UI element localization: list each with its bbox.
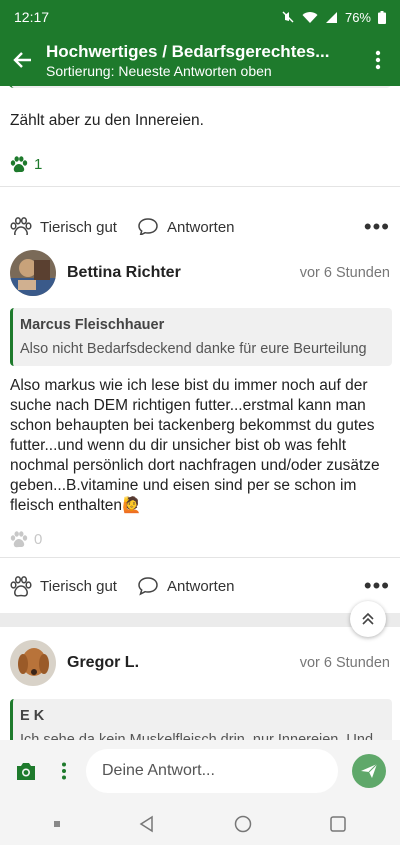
home-nav-icon[interactable]	[234, 815, 252, 833]
quote-block: E K Ich sehe da kein Muskelfleisch drin,…	[10, 699, 392, 740]
status-time: 12:17	[14, 9, 50, 25]
send-button[interactable]	[352, 754, 386, 788]
reply-button[interactable]: Antworten	[137, 217, 235, 237]
post-more-button[interactable]: •••	[364, 216, 390, 238]
camera-button[interactable]	[2, 762, 50, 781]
quote-author: Marcus Fleischhauer	[20, 317, 165, 333]
reply-composer: Deine Antwort...	[0, 740, 400, 802]
quote-block: Marcus Fleischhauer Also nicht Bedarfsde…	[10, 308, 392, 366]
reply-button[interactable]: Antworten	[137, 576, 235, 596]
like-count-value: 1	[34, 156, 43, 173]
system-nav-bar	[0, 802, 400, 845]
divider	[0, 557, 400, 558]
like-count[interactable]: 1	[10, 156, 42, 173]
like-button-label: Tierisch gut	[40, 577, 117, 595]
quote-author: E K	[20, 708, 45, 724]
post-actions: Tierisch gut Antworten •••	[0, 563, 400, 609]
paw-icon	[10, 531, 28, 548]
like-button-label: Tierisch gut	[40, 218, 117, 236]
post-more-button[interactable]: •••	[364, 575, 390, 597]
quote-text: Ich sehe da kein Muskelfleisch drin, nur…	[20, 732, 374, 740]
send-icon	[361, 763, 378, 778]
app-bar: Hochwertiges / Bedarfsgerechtes... Sorti…	[0, 34, 400, 86]
more-vert-icon	[375, 50, 381, 70]
back-button[interactable]	[0, 34, 46, 86]
sort-subtitle[interactable]: Sortierung: Neueste Antworten oben	[46, 62, 356, 80]
comment-icon	[138, 218, 158, 237]
post-timestamp: vor 6 Stunden	[299, 265, 390, 281]
quote-text: Also nicht Bedarfsdeckend danke für eure…	[20, 341, 367, 357]
status-bar: 12:17 76%	[0, 0, 400, 34]
back-nav-icon[interactable]	[138, 815, 156, 833]
overview-nav-icon[interactable]	[329, 815, 347, 833]
post-card: Bettina Richter vor 6 Stunden Marcus Fle…	[0, 235, 400, 613]
overflow-menu-button[interactable]	[356, 34, 400, 86]
thread-title: Hochwertiges / Bedarfsgerechtes...	[46, 41, 330, 61]
battery-icon	[378, 10, 386, 24]
quote-block	[8, 86, 392, 88]
arrow-left-icon	[13, 52, 31, 68]
wifi-icon	[302, 11, 318, 23]
double-chevron-up-icon	[362, 612, 374, 625]
mute-icon	[282, 11, 294, 23]
paw-outline-icon	[10, 575, 32, 597]
like-count-value: 0	[34, 531, 43, 548]
scroll-to-top-button[interactable]	[350, 601, 386, 637]
post-timestamp: vor 6 Stunden	[299, 655, 390, 671]
post-card: Gregor L. vor 6 Stunden E K Ich sehe da …	[0, 627, 400, 740]
recents-dot-icon[interactable]	[53, 820, 61, 828]
divider	[0, 186, 400, 187]
like-button[interactable]: Tierisch gut	[10, 575, 117, 597]
avatar[interactable]	[10, 640, 56, 686]
post-text: Also markus wie ich lese bist du immer n…	[10, 377, 380, 514]
paw-icon	[10, 156, 28, 173]
post-header: Bettina Richter vor 6 Stunden	[10, 249, 390, 297]
composer-options-button[interactable]	[50, 762, 78, 780]
camera-icon	[17, 762, 35, 780]
avatar[interactable]	[10, 250, 56, 296]
post-feed[interactable]: Zählt aber zu den Innereien. 1 Tierisch …	[0, 86, 400, 740]
reply-button-label: Antworten	[166, 577, 235, 595]
reply-input[interactable]: Deine Antwort...	[86, 749, 338, 793]
battery-percent: 76%	[344, 9, 371, 25]
more-vert-icon	[62, 762, 66, 780]
signal-icon	[325, 11, 337, 23]
author-name[interactable]: Bettina Richter	[67, 264, 300, 282]
author-name[interactable]: Gregor L.	[67, 654, 300, 672]
post-header: Gregor L. vor 6 Stunden	[10, 639, 390, 687]
like-count[interactable]: 0	[10, 531, 42, 548]
reply-button-label: Antworten	[166, 218, 235, 236]
post-text: Zählt aber zu den Innereien.	[10, 112, 204, 129]
comment-icon	[138, 577, 158, 596]
